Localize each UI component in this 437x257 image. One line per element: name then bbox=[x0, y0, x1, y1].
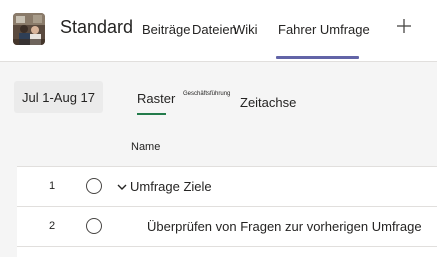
active-tab-indicator bbox=[276, 56, 359, 59]
row-number: 1 bbox=[48, 180, 56, 192]
add-tab-icon[interactable] bbox=[394, 16, 414, 36]
table-row[interactable]: 1 Umfrage Ziele bbox=[17, 167, 437, 207]
task-name[interactable]: Überprüfen von Fragen zur vorherigen Umf… bbox=[147, 219, 422, 234]
task-name[interactable]: Umfrage Ziele bbox=[130, 179, 212, 194]
column-header-name[interactable]: Name bbox=[131, 141, 160, 153]
table-row[interactable]: 2 Überprüfen von Fragen zur vorherigen U… bbox=[17, 207, 437, 247]
view-tab-raster[interactable]: Raster bbox=[137, 91, 175, 106]
tab-wiki[interactable]: Wiki bbox=[233, 22, 258, 37]
chevron-down-icon[interactable] bbox=[116, 180, 128, 192]
tab-fahrer-umfrage[interactable]: Fahrer Umfrage bbox=[278, 22, 370, 37]
task-grid: 1 Umfrage Ziele 2 Überprüfen von Fragen … bbox=[17, 166, 437, 257]
row-number: 2 bbox=[48, 220, 56, 232]
date-range-label: Jul 1-Aug 17 bbox=[22, 90, 95, 105]
complete-checkbox[interactable] bbox=[86, 218, 102, 234]
view-tab-zeitachse[interactable]: Zeitachse bbox=[240, 95, 296, 110]
complete-checkbox[interactable] bbox=[86, 178, 102, 194]
team-avatar[interactable] bbox=[13, 13, 45, 45]
date-range-button[interactable]: Jul 1-Aug 17 bbox=[14, 81, 103, 113]
active-view-indicator bbox=[137, 113, 166, 115]
tab-beitraege[interactable]: Beiträge bbox=[142, 22, 190, 37]
channel-header: Standard Beiträge Dateien Wiki Fahrer Um… bbox=[0, 0, 437, 62]
view-tab-geschaeftsfuehrung[interactable]: Geschäftsführung bbox=[183, 91, 230, 97]
channel-title: Standard bbox=[60, 17, 134, 37]
tab-dateien[interactable]: Dateien bbox=[192, 22, 237, 37]
